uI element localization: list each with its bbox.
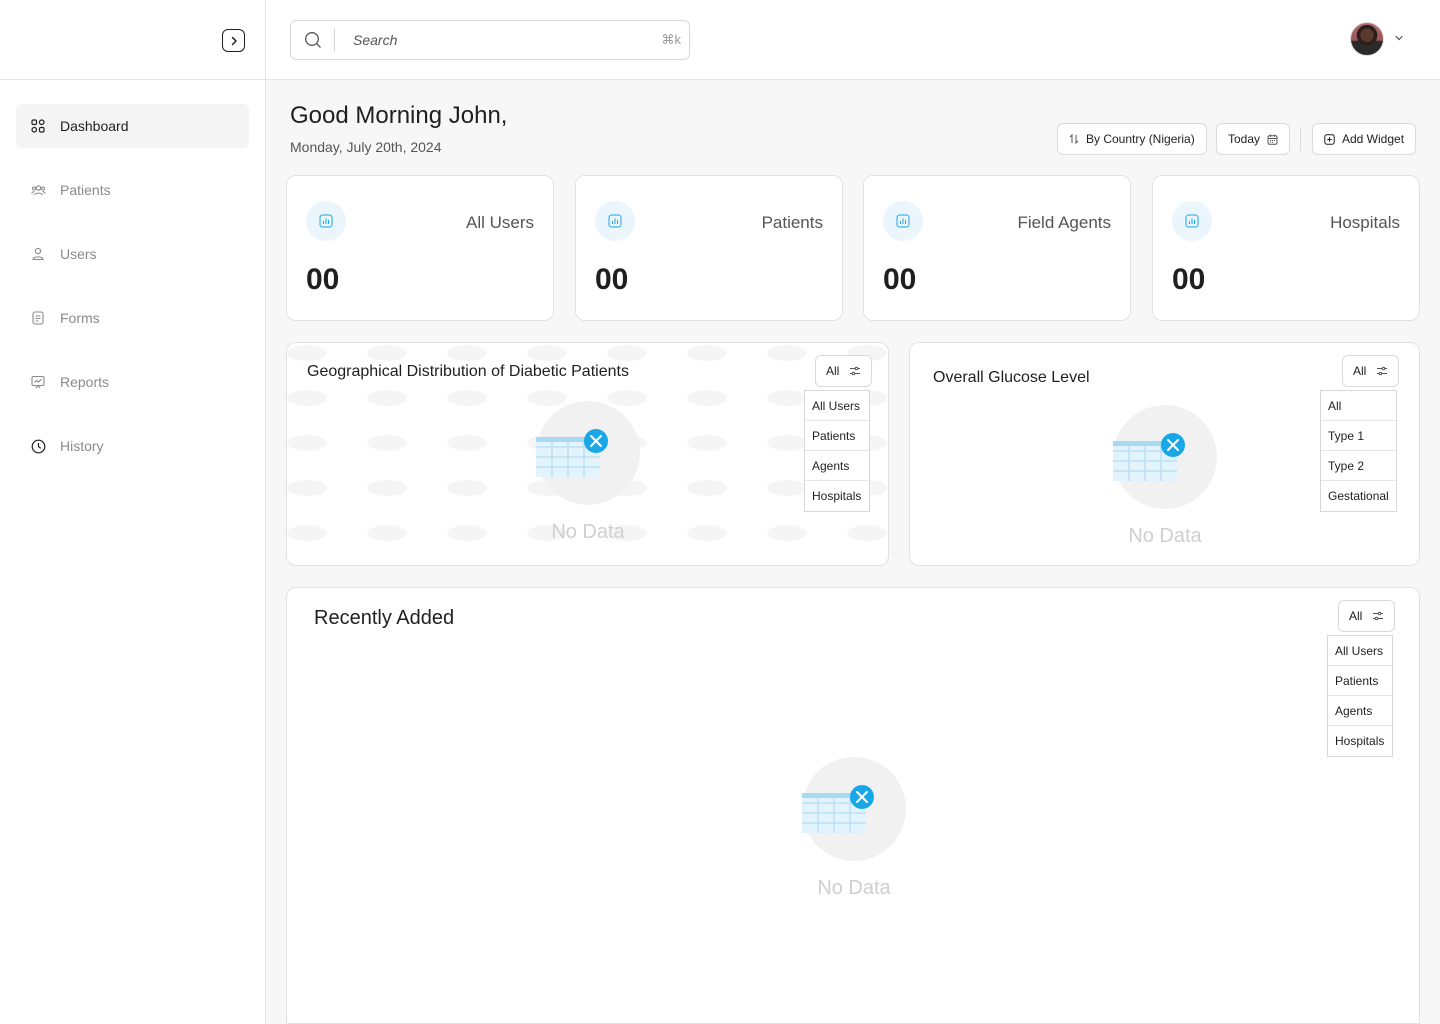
- no-data-icon: [536, 401, 640, 505]
- filter-icon: [1373, 611, 1384, 621]
- filter-icon: [850, 366, 861, 376]
- dropdown-option[interactable]: Agents: [1328, 696, 1392, 726]
- stat-label: All Users: [465, 213, 534, 232]
- stat-card-patients[interactable]: Patients 00: [575, 175, 843, 321]
- clock-icon: [30, 438, 46, 454]
- search-box[interactable]: ⌘k: [290, 20, 690, 60]
- page-date: Monday, July 20th, 2024: [290, 139, 442, 155]
- sidebar-nav: Dashboard Patients Users Forms Reports H…: [0, 80, 265, 468]
- sort-icon: [1069, 134, 1079, 144]
- add-widget-button[interactable]: Add Widget: [1312, 123, 1417, 155]
- people-icon: [30, 182, 46, 198]
- sidebar: Dashboard Patients Users Forms Reports H…: [0, 0, 266, 1024]
- dropdown-option[interactable]: Type 1: [1321, 421, 1396, 451]
- sidebar-item-reports[interactable]: Reports: [16, 360, 249, 404]
- stat-value: 00: [306, 263, 340, 296]
- sidebar-item-label: Forms: [60, 310, 100, 326]
- sidebar-item-label: Dashboard: [60, 118, 129, 134]
- stat-card-field-agents[interactable]: Field Agents 00: [863, 175, 1131, 321]
- stat-card-all-users[interactable]: All Users 00: [286, 175, 554, 321]
- dropdown-option[interactable]: Hospitals: [805, 481, 869, 511]
- recent-filter-button[interactable]: All: [1338, 600, 1396, 632]
- glucose-filter-button[interactable]: All: [1342, 355, 1400, 387]
- dropdown-option[interactable]: Gestational: [1321, 481, 1396, 511]
- country-filter-button[interactable]: By Country (Nigeria): [1057, 123, 1207, 155]
- bar-chart-icon: [595, 201, 635, 241]
- sidebar-item-forms[interactable]: Forms: [16, 296, 249, 340]
- stat-card-hospitals[interactable]: Hospitals 00: [1152, 175, 1420, 321]
- sidebar-item-dashboard[interactable]: Dashboard: [16, 104, 249, 148]
- sidebar-item-label: Reports: [60, 374, 110, 390]
- grid-icon: [30, 118, 46, 134]
- sidebar-item-users[interactable]: Users: [16, 232, 249, 276]
- stat-value: 00: [883, 263, 917, 296]
- topbar: ⌘k: [266, 0, 1440, 80]
- panel-title: Geographical Distribution of Diabetic Pa…: [307, 363, 629, 380]
- dropdown-option[interactable]: Patients: [805, 421, 869, 451]
- filter-label: All: [826, 364, 840, 378]
- avatar[interactable]: [1350, 22, 1384, 56]
- dropdown-option[interactable]: Type 2: [1321, 451, 1396, 481]
- sidebar-item-label: Users: [60, 246, 97, 262]
- stat-label: Field Agents: [1017, 213, 1111, 232]
- empty-state-text: No Data: [551, 521, 625, 543]
- chevron-down-icon[interactable]: [1394, 33, 1404, 43]
- sidebar-item-label: History: [60, 438, 104, 454]
- chevron-right-icon: [231, 36, 237, 45]
- filter-label: All: [1353, 364, 1367, 378]
- plus-square-icon: [1324, 133, 1335, 145]
- empty-state: No Data: [528, 401, 648, 544]
- dropdown-option[interactable]: All Users: [805, 391, 869, 421]
- empty-state-text: No Data: [1128, 525, 1202, 547]
- search-icon: [291, 28, 335, 52]
- report-icon: [30, 374, 46, 390]
- recent-filter-dropdown: All Users Patients Agents Hospitals: [1327, 635, 1393, 757]
- no-data-icon: [802, 757, 906, 861]
- geo-filter-button[interactable]: All: [815, 355, 873, 387]
- sidebar-item-patients[interactable]: Patients: [16, 168, 249, 212]
- dropdown-option[interactable]: All Users: [1328, 636, 1392, 666]
- user-icon: [30, 246, 46, 262]
- recently-added-panel: Recently Added All All Users Patients Ag…: [286, 587, 1420, 1024]
- sidebar-toggle-button[interactable]: [222, 29, 245, 52]
- glucose-filter-dropdown: All Type 1 Type 2 Gestational: [1320, 390, 1397, 512]
- country-filter-label: By Country (Nigeria): [1086, 132, 1195, 146]
- stat-label: Patients: [761, 213, 823, 232]
- document-icon: [30, 310, 46, 326]
- toolbar-divider: [1300, 127, 1301, 151]
- stat-value: 00: [1172, 263, 1206, 296]
- bar-chart-icon: [883, 201, 923, 241]
- sidebar-item-history[interactable]: History: [16, 424, 249, 468]
- dropdown-option[interactable]: Patients: [1328, 666, 1392, 696]
- glucose-level-panel: Overall Glucose Level All All Type 1 Typ…: [909, 342, 1420, 566]
- search-input[interactable]: [335, 32, 635, 48]
- bar-chart-icon: [1172, 201, 1212, 241]
- sidebar-item-label: Patients: [60, 182, 111, 198]
- stat-label: Hospitals: [1330, 213, 1400, 232]
- dropdown-option[interactable]: Agents: [805, 451, 869, 481]
- dropdown-option[interactable]: All: [1321, 391, 1396, 421]
- filter-label: All: [1349, 609, 1363, 623]
- empty-state: No Data: [1105, 405, 1225, 548]
- dropdown-option[interactable]: Hospitals: [1328, 726, 1392, 756]
- sidebar-header: [0, 0, 265, 80]
- date-filter-label: Today: [1228, 132, 1261, 146]
- geo-filter-dropdown: All Users Patients Agents Hospitals: [804, 390, 870, 512]
- page-title: Good Morning John,: [290, 102, 508, 129]
- search-shortcut-hint: ⌘k: [661, 32, 682, 47]
- stat-value: 00: [595, 263, 629, 296]
- empty-state-text: No Data: [817, 877, 891, 899]
- filter-icon: [1377, 366, 1388, 376]
- bar-chart-icon: [306, 201, 346, 241]
- geo-distribution-panel: Geographical Distribution of Diabetic Pa…: [286, 342, 889, 566]
- empty-state: No Data: [794, 757, 914, 900]
- panel-title: Recently Added: [314, 607, 455, 629]
- add-widget-label: Add Widget: [1342, 132, 1405, 146]
- panel-title: Overall Glucose Level: [933, 369, 1090, 386]
- date-filter-button[interactable]: Today: [1216, 123, 1291, 155]
- calendar-icon: [1267, 134, 1278, 145]
- no-data-icon: [1113, 405, 1217, 509]
